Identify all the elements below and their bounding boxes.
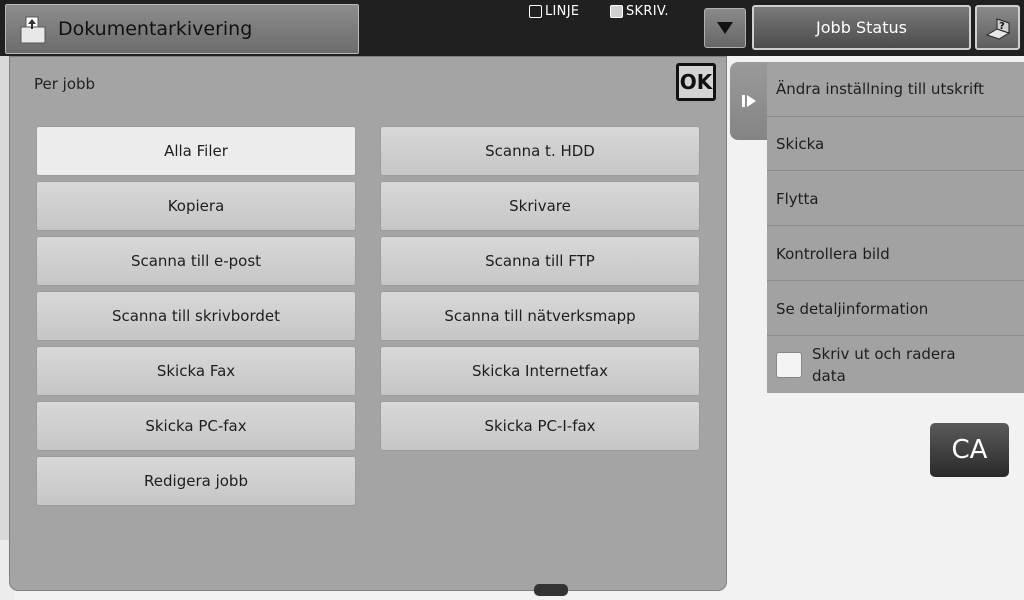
print-indicator-label: SKRIV. <box>626 4 669 19</box>
scroll-knob <box>534 584 568 596</box>
help-button[interactable]: ? <box>975 5 1020 50</box>
job-button-all-files[interactable]: Alla Filer <box>36 126 356 176</box>
dropdown-button[interactable] <box>704 8 746 48</box>
ok-button[interactable]: OK <box>676 63 716 101</box>
print-indicator: SKRIV. <box>610 4 669 19</box>
mode-title: Dokumentarkivering <box>58 18 253 40</box>
print-and-delete-option[interactable]: Skriv ut och radera data <box>767 337 1024 393</box>
job-button-scan-to-desktop[interactable]: Scanna till skrivbordet <box>36 291 356 341</box>
job-button-copy[interactable]: Kopiera <box>36 181 356 231</box>
print-indicator-box <box>610 5 623 18</box>
job-button-scan-to-network-folder[interactable]: Scanna till nätverksmapp <box>380 291 700 341</box>
action-move[interactable]: Flytta <box>767 172 1024 226</box>
svg-text:?: ? <box>999 21 1005 32</box>
job-button-scan-to-hdd[interactable]: Scanna t. HDD <box>380 126 700 176</box>
panel-collapse-icon <box>742 95 756 107</box>
print-and-delete-checkbox[interactable] <box>776 352 802 378</box>
job-button-edit-job[interactable]: Redigera jobb <box>36 456 356 506</box>
job-button-send-fax[interactable]: Skicka Fax <box>36 346 356 396</box>
action-change-print-settings[interactable]: Ändra inställning till utskrift <box>767 62 1024 117</box>
mode-tab-document-filing[interactable]: Dokumentarkivering <box>5 4 359 54</box>
line-indicator-box <box>529 5 542 18</box>
action-panel: Ändra inställning till utskrift Skicka F… <box>767 62 1024 393</box>
job-button-send-pc-i-fax[interactable]: Skicka PC-I-fax <box>380 401 700 451</box>
print-and-delete-label: Skriv ut och radera data <box>812 345 956 385</box>
line-indicator-label: LINJE <box>545 4 580 19</box>
help-icon: ? <box>985 17 1010 40</box>
line-indicator: LINJE <box>529 4 579 19</box>
dialog-title: Per jobb <box>34 75 96 93</box>
action-send[interactable]: Skicka <box>767 117 1024 171</box>
clear-all-button[interactable]: CA <box>930 423 1009 477</box>
triangle-down-icon <box>717 22 733 34</box>
job-button-scan-to-ftp[interactable]: Scanna till FTP <box>380 236 700 286</box>
per-job-dialog: Per jobb OK Alla Filer Scanna t. HDD Kop… <box>10 57 726 590</box>
top-bar: Dokumentarkivering LINJE SKRIV. Jobb Sta… <box>0 0 1024 56</box>
document-filing-icon <box>20 16 46 44</box>
action-check-image[interactable]: Kontrollera bild <box>767 227 1024 281</box>
job-status-button[interactable]: Jobb Status <box>752 5 971 50</box>
action-view-details[interactable]: Se detaljinformation <box>767 282 1024 336</box>
job-button-printer[interactable]: Skrivare <box>380 181 700 231</box>
job-button-send-internet-fax[interactable]: Skicka Internetfax <box>380 346 700 396</box>
job-button-scan-to-email[interactable]: Scanna till e-post <box>36 236 356 286</box>
job-button-send-pc-fax[interactable]: Skicka PC-fax <box>36 401 356 451</box>
action-panel-toggle[interactable] <box>730 62 768 140</box>
